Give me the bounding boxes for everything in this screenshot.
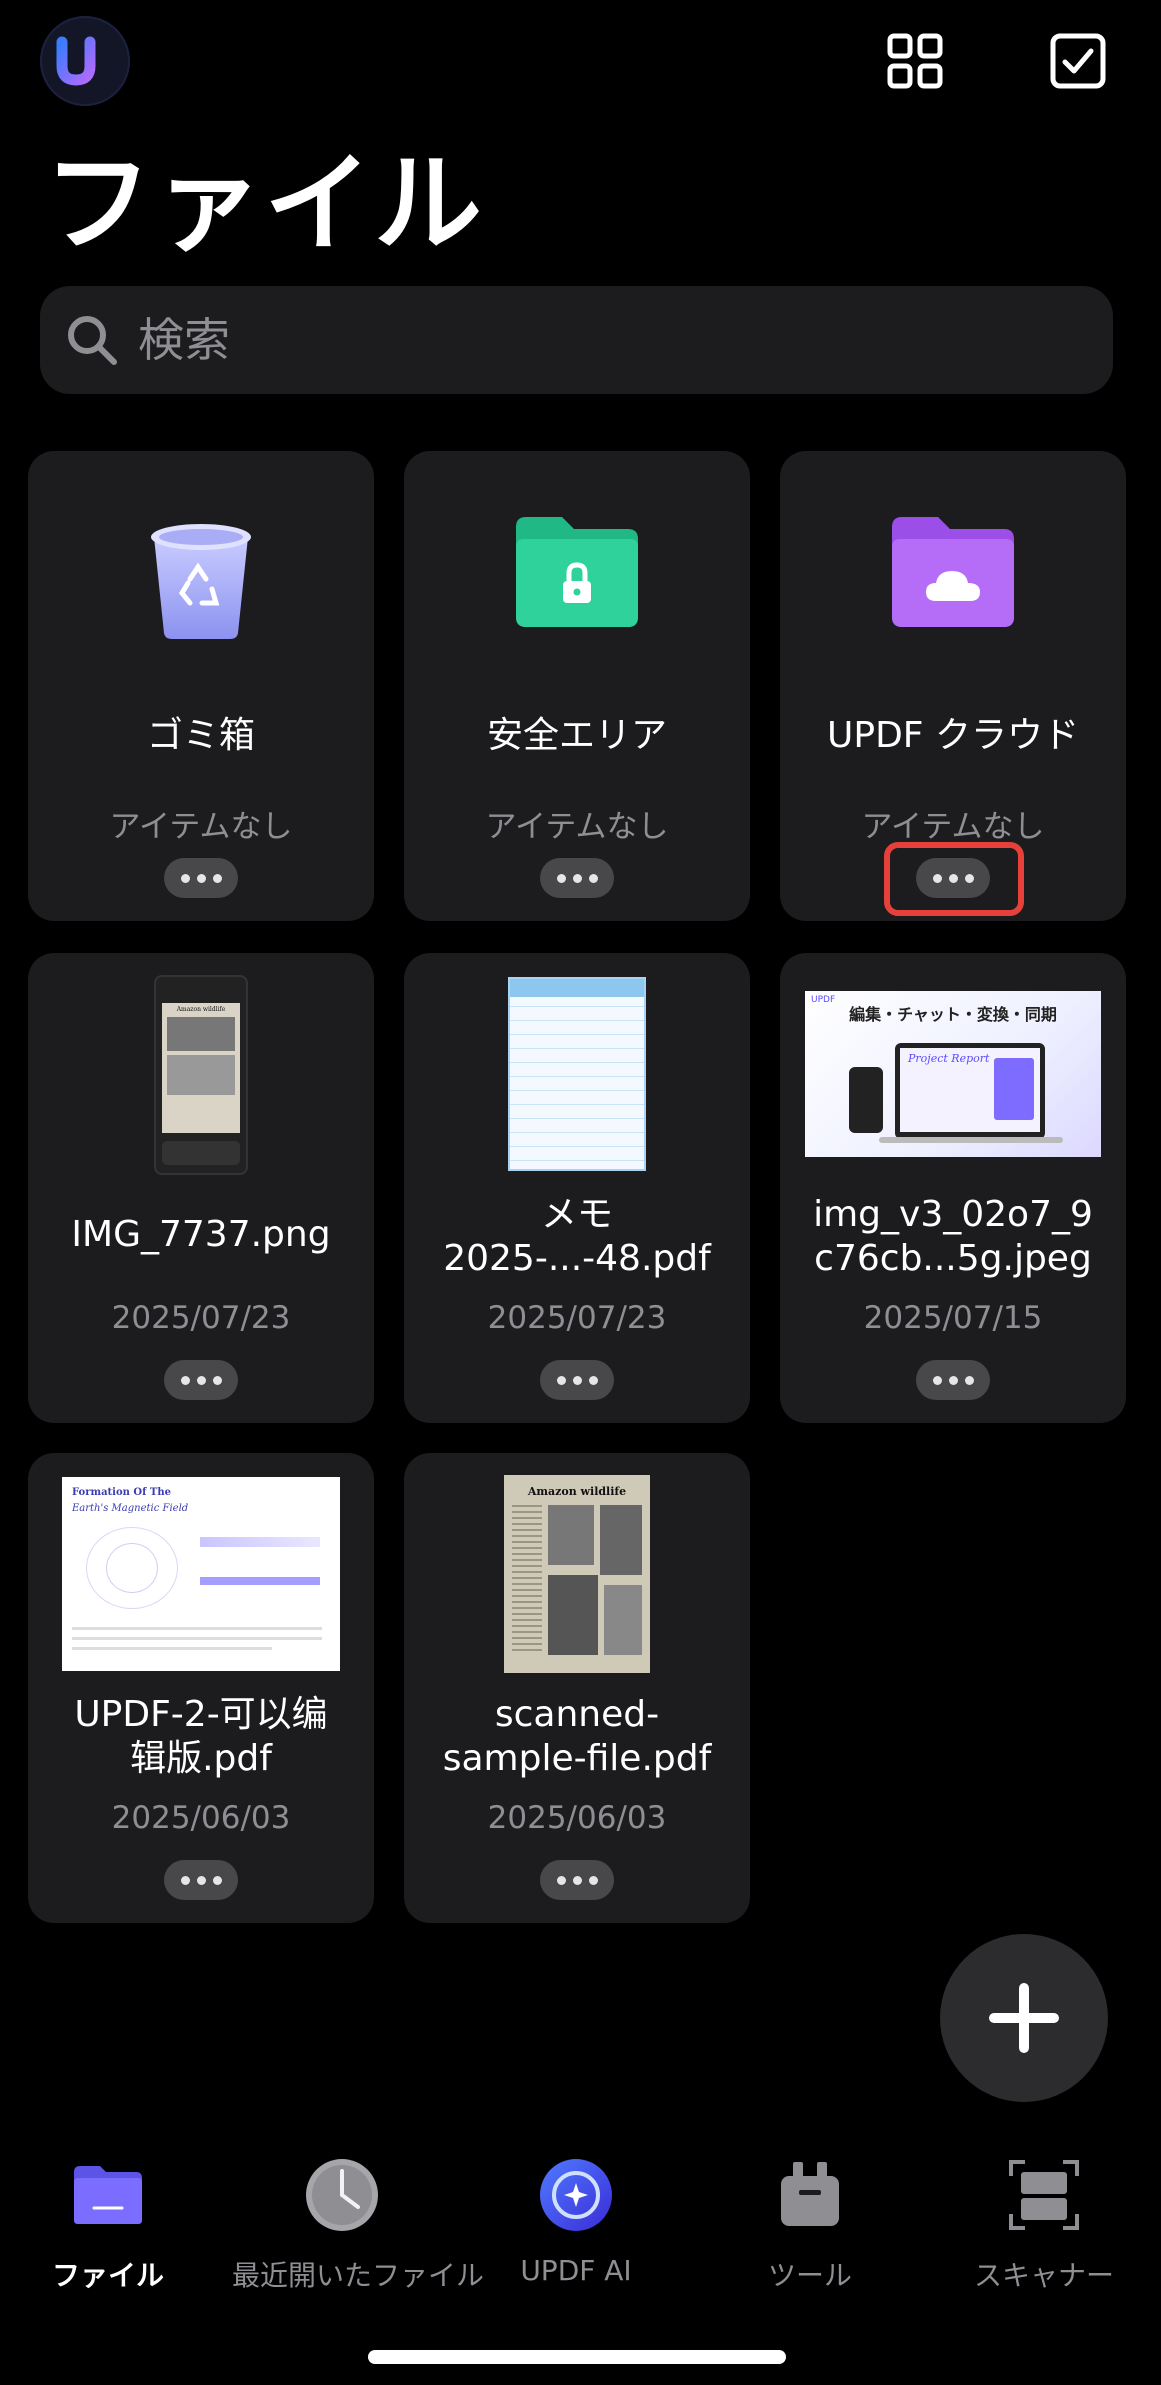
file-card[interactable]: UPDF 編集・チャット・変換・同期 Project Report img_v3… [780,953,1126,1423]
tab-tools[interactable]: ツール [700,2150,920,2294]
file-card[interactable]: Amazon wildlife IMG_7737.png 2025/07/23 [28,953,374,1423]
card-name: ゴミ箱 [146,715,255,756]
card-meta: 2025/07/23 [487,1300,667,1336]
file-thumbnail: Amazon wildlife [404,1475,750,1673]
file-thumbnail: Amazon wildlife [28,975,374,1175]
updf-logo-icon [56,36,106,86]
highlight-box [884,842,1024,916]
card-name: メモ 2025-...-48.pdf [443,1194,711,1279]
select-button[interactable] [1045,28,1111,94]
tab-label: 最近開いたファイル [232,2259,485,2292]
tab-label: ツール [767,2259,852,2292]
card-name: 安全エリア [486,715,667,756]
tab-label: ファイル [51,2259,164,2292]
card-name: IMG_7737.png [71,1214,331,1255]
card-meta: 2025/07/15 [863,1300,1043,1336]
home-indicator [368,2350,786,2364]
add-button[interactable] [940,1934,1108,2102]
card-name: scanned-sample-file.pdf [442,1694,712,1779]
search-input[interactable] [136,312,1040,368]
grid-icon [887,33,943,89]
tab-files[interactable]: ファイル [0,2150,218,2294]
tab-recent[interactable]: 最近開いたファイル [232,2150,485,2294]
more-button[interactable] [540,858,614,898]
trash-icon [28,519,374,641]
card-name: img_v3_02o7_9 c76cb...5g.jpeg [813,1194,1093,1279]
scanner-icon [934,2150,1154,2240]
more-button[interactable] [540,1360,614,1400]
search-bar[interactable] [40,286,1113,394]
card-name: UPDF クラウド [827,715,1079,756]
tab-updf-ai[interactable]: UPDF AI [466,2150,686,2287]
file-thumbnail: UPDF 編集・チャット・変換・同期 Project Report [780,991,1126,1157]
tab-label: UPDF AI [520,2254,632,2287]
card-meta: アイテムなし [485,809,669,845]
tab-scanner[interactable]: スキャナー [934,2150,1154,2294]
search-icon [62,310,122,370]
more-button[interactable] [164,1860,238,1900]
file-card[interactable]: Amazon wildlife scanned-sample-file.pdf … [404,1453,750,1923]
secure-folder-icon [404,513,750,631]
card-meta: 2025/06/03 [111,1800,291,1836]
tab-label: スキャナー [973,2259,1114,2292]
page-title: ファイル [44,142,485,267]
file-card[interactable]: Formation Of The Earth's Magnetic Field … [28,1453,374,1923]
clock-icon [232,2150,452,2240]
more-button[interactable] [164,858,238,898]
plus-icon [989,1983,1059,2053]
more-button[interactable] [916,1360,990,1400]
app-logo[interactable] [40,16,130,106]
card-meta: アイテムなし [109,809,293,845]
card-meta: 2025/06/03 [487,1800,667,1836]
folder-icon [0,2150,218,2240]
file-thumbnail [404,977,750,1171]
file-thumbnail: Formation Of The Earth's Magnetic Field [28,1477,374,1671]
more-button[interactable] [540,1860,614,1900]
ai-icon [466,2150,686,2240]
secure-area-card[interactable]: 安全エリア アイテムなし [404,451,750,921]
card-meta: 2025/07/23 [111,1300,291,1336]
toolbox-icon [700,2150,920,2240]
card-meta: アイテムなし [861,809,1045,845]
cloud-folder-icon [780,513,1126,631]
more-button[interactable] [164,1360,238,1400]
grid-view-button[interactable] [882,28,948,94]
checkbox-icon [1050,33,1106,89]
file-card[interactable]: メモ 2025-...-48.pdf 2025/07/23 [404,953,750,1423]
trash-card[interactable]: ゴミ箱 アイテムなし [28,451,374,921]
card-name: UPDF-2-可以编 辑版.pdf [74,1694,328,1779]
